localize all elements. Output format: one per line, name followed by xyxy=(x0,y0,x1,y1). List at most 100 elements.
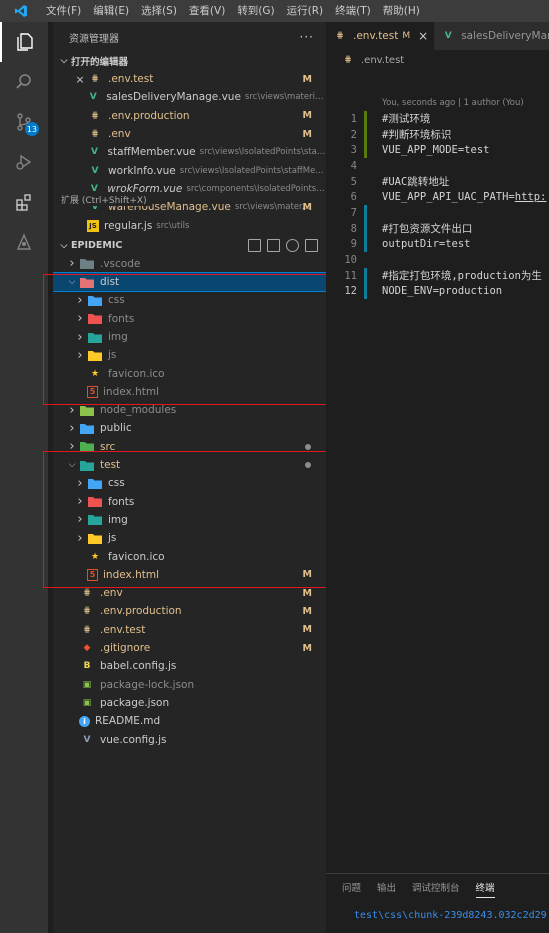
project-header[interactable]: ⌵ EPIDEMIC xyxy=(53,237,326,255)
env-file-icon: ⋕ xyxy=(91,74,99,85)
tree-folder[interactable]: › js xyxy=(53,529,326,547)
favicon-icon: ★ xyxy=(90,368,100,379)
changes-dot-icon xyxy=(305,461,311,468)
chevron-down-icon: ⌵ xyxy=(60,56,68,66)
code-line[interactable]: 10 xyxy=(326,252,549,268)
tree-file[interactable]: ★ favicon.ico xyxy=(53,547,326,565)
run-debug-icon[interactable] xyxy=(0,142,48,182)
close-icon[interactable]: × xyxy=(73,73,87,86)
panel-tab[interactable]: 问题 xyxy=(342,880,361,898)
scm-count-badge: 13 xyxy=(24,122,39,136)
code-line[interactable]: 2 #判断环境标识 xyxy=(326,126,549,143)
project-title: EPIDEMIC xyxy=(71,240,123,252)
tree-folder[interactable]: › public xyxy=(53,419,326,437)
code-view[interactable]: 1 #测试环境 2 #判断环境标识 3 VUE_APP_MODE=test 4 5 #UAC跳转… xyxy=(326,111,549,300)
env-file-icon: ⋕ xyxy=(83,606,91,617)
chevron-right-icon: › xyxy=(69,402,75,418)
file-name: dist xyxy=(100,276,120,289)
tab-close-icon[interactable]: × xyxy=(418,29,428,43)
menu-item[interactable]: 查看(V) xyxy=(183,0,231,22)
tree-file[interactable]: ⋕ .env.test M xyxy=(53,621,326,639)
tree-folder[interactable]: › fonts xyxy=(53,493,326,511)
editor-tab[interactable]: ⋕ .env.test M × xyxy=(326,22,435,50)
code-line[interactable]: 8 #打包资源文件出口 xyxy=(326,220,549,237)
open-editor-item[interactable]: ⋕ .env.production M xyxy=(53,107,326,125)
tree-file[interactable]: ★ favicon.ico xyxy=(53,364,326,382)
chevron-right-icon: › xyxy=(77,512,83,528)
tree-folder[interactable]: › css xyxy=(53,291,326,309)
folder-icon xyxy=(87,494,103,510)
menu-item[interactable]: 帮助(H) xyxy=(377,0,426,22)
tree-file[interactable]: i README.md xyxy=(53,712,326,730)
code-line[interactable]: 3 VUE_APP_MODE=test xyxy=(326,142,549,159)
open-editor-item[interactable]: VsalesDeliveryManage.vue src\views\materi… xyxy=(53,88,326,106)
panel-tab[interactable]: 输出 xyxy=(377,880,396,898)
breadcrumb[interactable]: ⋕ .env.test xyxy=(326,50,549,70)
npm-package-icon: ▣ xyxy=(82,697,92,708)
tree-file[interactable]: ⋕ .env.production M xyxy=(53,602,326,620)
panel-tab[interactable]: 终端 xyxy=(475,880,495,898)
menu-item[interactable]: 编辑(E) xyxy=(87,0,135,22)
editor-tab[interactable]: VsalesDeliveryManag xyxy=(434,22,549,50)
code-line[interactable]: 11 #指定打包环境,production为生 xyxy=(326,267,549,284)
extensions-icon[interactable] xyxy=(0,182,48,222)
open-editor-item[interactable]: ⋕ .env M xyxy=(53,125,326,143)
modified-badge: M xyxy=(302,569,312,581)
file-name: regular.js xyxy=(104,219,153,232)
open-editor-item[interactable]: × ⋕ .env.test M xyxy=(53,70,326,88)
menu-item[interactable]: 终端(T) xyxy=(329,0,377,22)
tree-folder[interactable]: ⌵ test xyxy=(53,456,326,474)
folder-icon xyxy=(87,311,103,327)
tree-file[interactable]: Bbabel.config.js xyxy=(53,657,326,675)
code-line[interactable]: 1 #测试环境 xyxy=(326,111,549,127)
new-file-icon[interactable] xyxy=(248,239,261,253)
code-line[interactable]: 12 NODE_ENV=production xyxy=(326,283,549,300)
menu-item[interactable]: 文件(F) xyxy=(40,0,87,22)
code-line[interactable]: 6 VUE_APP_API_UAC_PATH= http: xyxy=(326,189,549,205)
code-line[interactable]: 9 outputDir=test xyxy=(326,236,549,253)
env-file-icon: ⋕ xyxy=(83,588,91,599)
menu-item[interactable]: 选择(S) xyxy=(135,0,183,22)
new-folder-icon[interactable] xyxy=(267,239,280,253)
menu-bar: 文件(F) 编辑(E) 选择(S) 查看(V) 转到(G) 运行(R) 终端(T) 帮助(H) xyxy=(40,0,426,22)
open-editor-item[interactable]: VstaffMember.vue src\views\IsolatedPoints… xyxy=(53,143,326,161)
code-line[interactable]: 7 xyxy=(326,205,549,221)
menu-item[interactable]: 转到(G) xyxy=(231,0,280,22)
collapse-all-icon[interactable] xyxy=(305,239,318,253)
refresh-icon[interactable] xyxy=(286,239,299,253)
tree-file[interactable]: ⋕ .env M xyxy=(53,584,326,602)
tree-folder[interactable]: › .vscode xyxy=(53,255,326,273)
tree-folder[interactable]: › css xyxy=(53,474,326,492)
open-editor-item[interactable]: VworkInfo.vue src\views\IsolatedPoints\st… xyxy=(53,161,326,179)
source-control-icon[interactable]: 13 xyxy=(0,102,48,142)
tree-folder[interactable]: › fonts xyxy=(53,310,326,328)
panel-tab[interactable]: 调试控制台 xyxy=(412,880,460,898)
tree-file[interactable]: ◆ .gitignore M xyxy=(53,639,326,657)
open-editor-item[interactable]: JS regular.js src\utils xyxy=(53,216,326,234)
open-editors-header[interactable]: ⌵ 打开的编辑器 xyxy=(53,52,326,70)
search-icon[interactable] xyxy=(0,62,48,102)
tree-file[interactable]: Vvue.config.js xyxy=(53,730,326,748)
code-link[interactable]: http: xyxy=(515,191,547,203)
git-graph-icon[interactable] xyxy=(0,222,48,262)
env-file-icon: ⋕ xyxy=(83,624,91,635)
tree-file[interactable]: 5 index.html xyxy=(53,383,326,401)
tree-folder[interactable]: › js xyxy=(53,346,326,364)
tree-file[interactable]: 5 index.html M xyxy=(53,566,326,584)
js-file-icon: JS xyxy=(87,219,99,232)
tree-folder[interactable]: ⌵ dist xyxy=(53,271,326,293)
tree-file[interactable]: ▣ package.json xyxy=(53,694,326,712)
code-line[interactable]: 4 xyxy=(326,158,549,174)
menu-item[interactable]: 运行(R) xyxy=(281,0,330,22)
file-name: favicon.ico xyxy=(108,367,165,380)
env-file-icon: ⋕ xyxy=(336,31,344,41)
tree-folder[interactable]: › src xyxy=(53,438,326,456)
more-actions-icon[interactable]: ··· xyxy=(300,30,314,44)
file-name: img xyxy=(108,513,128,526)
tree-folder[interactable]: › node_modules xyxy=(53,401,326,419)
tree-file[interactable]: ▣ package-lock.json xyxy=(53,676,326,694)
explorer-icon[interactable] xyxy=(0,22,48,62)
tree-folder[interactable]: › img xyxy=(53,328,326,346)
code-line[interactable]: 5 #UAC跳转地址 xyxy=(326,174,549,190)
tree-folder[interactable]: › img xyxy=(53,511,326,529)
